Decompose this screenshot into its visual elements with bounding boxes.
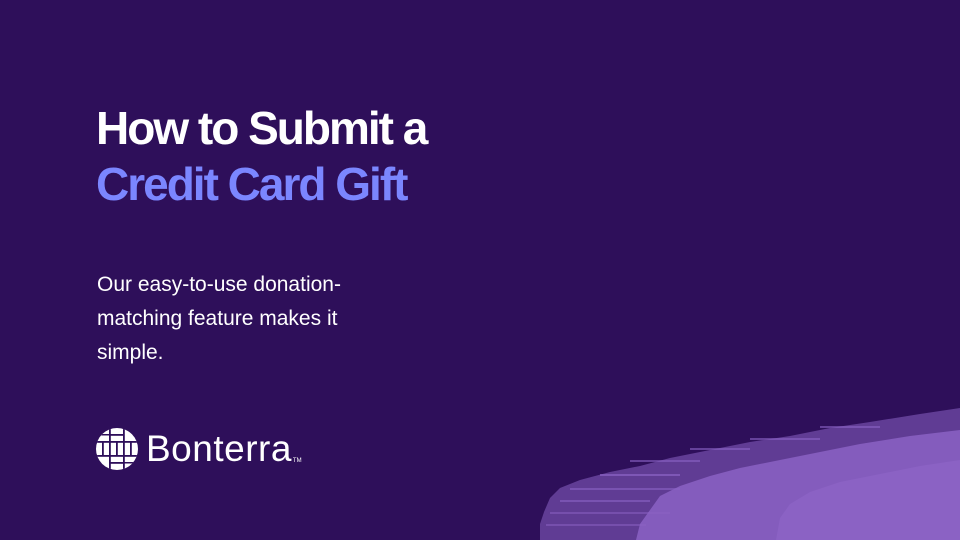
woven-circle-icon	[96, 428, 138, 470]
bonterra-logo: Bonterra TM	[96, 428, 302, 470]
brand-name: Bonterra	[146, 428, 292, 469]
slide-subtitle: Our easy-to-use donation-matching featur…	[97, 273, 341, 364]
trademark-mark: TM	[292, 458, 302, 464]
title-line-2: Credit Card Gift	[96, 158, 408, 210]
slide-title: How to Submit a Credit Card Gift	[96, 100, 428, 212]
title-line-1: How to Submit a	[96, 102, 428, 154]
brush-stroke-decoration	[540, 408, 960, 540]
slide: How to Submit a Credit Card Gift Our eas…	[0, 0, 960, 540]
